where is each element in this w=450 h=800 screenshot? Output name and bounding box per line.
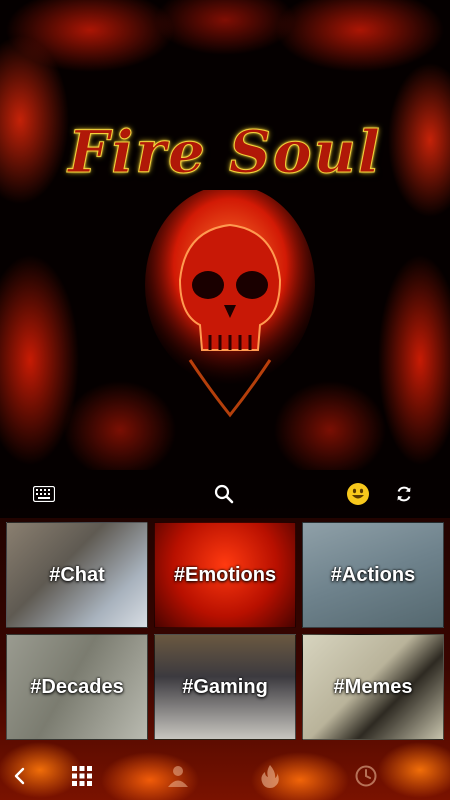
theme-wallpaper: Fire Soul: [0, 0, 450, 470]
grid-icon[interactable]: [64, 758, 100, 794]
fire-icon[interactable]: [252, 758, 288, 794]
category-tile-emotions[interactable]: #Emotions: [154, 522, 296, 628]
gif-category-grid: #Chat #Emotions #Actions #Decades #Gamin…: [6, 522, 444, 740]
person-icon[interactable]: [160, 758, 196, 794]
category-label: #Memes: [333, 675, 413, 698]
back-arrow-icon[interactable]: [2, 758, 38, 794]
category-label: #Chat: [49, 563, 105, 586]
theme-logo-text: Fire Soul: [68, 118, 382, 187]
category-tile-actions[interactable]: #Actions: [302, 522, 444, 628]
category-tile-memes[interactable]: #Memes: [302, 634, 444, 740]
category-label: #Emotions: [173, 563, 277, 586]
search-icon[interactable]: [208, 478, 240, 510]
category-tile-gaming[interactable]: #Gaming: [154, 634, 296, 740]
keyboard-bottom-bar: [0, 752, 450, 800]
category-label: #Actions: [330, 563, 416, 586]
category-tile-chat[interactable]: #Chat: [6, 522, 148, 628]
clock-icon[interactable]: [348, 758, 384, 794]
flaming-skull-image: [145, 190, 315, 418]
category-tile-decades[interactable]: #Decades: [6, 634, 148, 740]
category-label: #Gaming: [182, 675, 268, 698]
category-label: #Decades: [30, 675, 124, 698]
sync-icon[interactable]: [388, 478, 420, 510]
keyboard-icon[interactable]: [28, 478, 60, 510]
emoji-icon[interactable]: [342, 478, 374, 510]
keyboard-toolbar: [0, 470, 450, 518]
gif-keyboard-panel: #Chat #Emotions #Actions #Decades #Gamin…: [0, 470, 450, 800]
